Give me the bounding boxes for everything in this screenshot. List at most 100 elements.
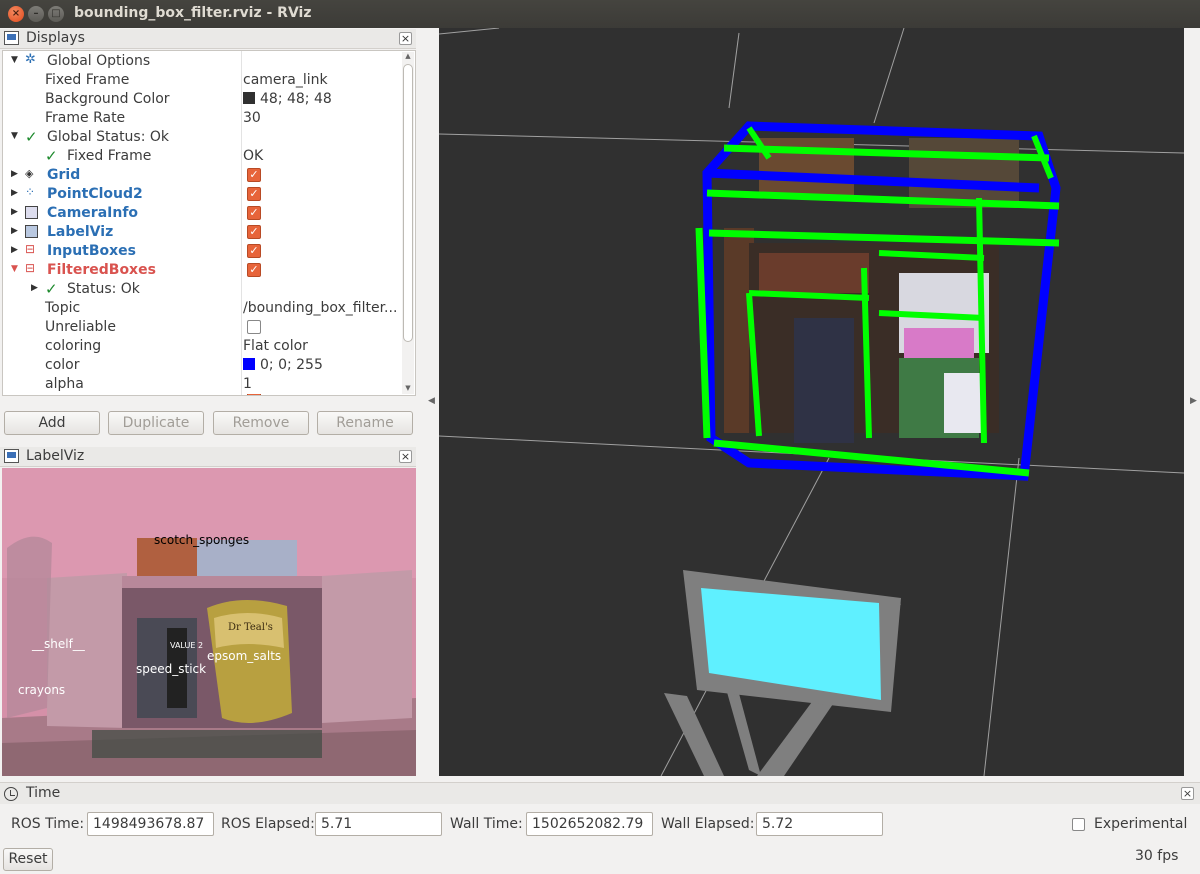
tree-row-pointcloud2[interactable]: ▶ ⁘ PointCloud2 ✓ <box>3 185 403 204</box>
scrollbar-thumb[interactable] <box>403 64 413 342</box>
collapse-arrow-icon[interactable]: ▶ <box>11 245 18 255</box>
stick-label: VALUE 2 <box>170 641 203 650</box>
close-labelviz-panel-button[interactable]: × <box>399 450 412 463</box>
background-color-text: 48; 48; 48 <box>260 91 332 107</box>
displays-scrollbar[interactable]: ▲ ▼ <box>402 52 414 394</box>
topic-value[interactable]: /bounding_box_filter... <box>243 300 397 316</box>
color-swatch <box>243 92 255 104</box>
add-button[interactable]: Add <box>4 411 100 435</box>
tree-row-camerainfo[interactable]: ▶ CameraInfo ✓ <box>3 204 403 223</box>
duplicate-button[interactable]: Duplicate <box>108 411 204 435</box>
tree-row-fixed-frame[interactable]: Fixed Frame camera_link <box>3 71 403 90</box>
remove-button[interactable]: Remove <box>213 411 309 435</box>
label-shelf: __shelf__ <box>31 637 86 651</box>
color-swatch <box>243 358 255 370</box>
scroll-up-arrow-icon[interactable]: ▲ <box>403 52 413 62</box>
tree-row-label: Grid <box>47 167 81 183</box>
label-crayons: crayons <box>18 683 65 697</box>
render-3d-view[interactable] <box>439 28 1184 776</box>
collapse-arrow-icon[interactable]: ▶ <box>11 207 18 217</box>
wall-elapsed-field[interactable]: 5.72 <box>756 812 883 836</box>
tree-row-label: alpha <box>45 376 84 392</box>
tree-row-global-status[interactable]: ▼ ✓ Global Status: Ok <box>3 128 403 147</box>
tree-row-label: Global Status: Ok <box>47 129 170 145</box>
inputboxes-enabled-checkbox[interactable]: ✓ <box>247 244 261 258</box>
fixed-frame-value[interactable]: camera_link <box>243 72 328 88</box>
tree-row-label: coloring <box>45 338 102 354</box>
tree-row-coloring[interactable]: coloring Flat color <box>3 337 403 356</box>
labelviz-image: VALUE 2 Dr Teal's scotch_sponges __shelf… <box>2 468 416 776</box>
tree-row-status-fixed-frame[interactable]: ✓ Fixed Frame OK <box>3 147 403 166</box>
reset-button[interactable]: Reset <box>3 848 53 871</box>
tree-row-label: Fixed Frame <box>45 72 130 88</box>
scroll-down-arrow-icon[interactable]: ▼ <box>403 384 413 394</box>
tree-row-alpha[interactable]: alpha 1 <box>3 375 403 394</box>
collapse-arrow-icon[interactable]: ▶ <box>31 283 38 293</box>
expand-arrow-icon[interactable]: ▼ <box>11 264 18 274</box>
pointcloud2-enabled-checkbox[interactable]: ✓ <box>247 187 261 201</box>
grid-enabled-checkbox[interactable]: ✓ <box>247 168 261 182</box>
checkmark-icon: ✓ <box>45 280 58 298</box>
rename-button[interactable]: Rename <box>317 411 413 435</box>
tree-row-label: PointCloud2 <box>47 186 143 202</box>
background-color-value[interactable]: 48; 48; 48 <box>243 91 332 107</box>
tree-row-partial <box>3 394 403 395</box>
ros-time-field[interactable]: 1498493678.87 <box>87 812 214 836</box>
tree-row-color[interactable]: color 0; 0; 255 <box>3 356 403 375</box>
wall-elapsed-label: Wall Elapsed: <box>661 816 755 832</box>
tree-row-frame-rate[interactable]: Frame Rate 30 <box>3 109 403 128</box>
window-title: bounding_box_filter.rviz - RViz <box>74 5 312 21</box>
experimental-checkbox[interactable] <box>1072 818 1085 831</box>
camera-icon <box>25 206 38 219</box>
collapse-arrow-icon[interactable]: ▶ <box>11 226 18 236</box>
tree-row-filteredboxes[interactable]: ▼ ⊟ FilteredBoxes ✓ <box>3 261 403 280</box>
tree-row-background-color[interactable]: Background Color 48; 48; 48 <box>3 90 403 109</box>
wall-time-field[interactable]: 1502652082.79 <box>526 812 653 836</box>
tree-row-label: color <box>45 357 80 373</box>
camerainfo-enabled-checkbox[interactable]: ✓ <box>247 206 261 220</box>
status-value: OK <box>243 148 264 164</box>
tree-row-topic[interactable]: Topic /bounding_box_filter... <box>3 299 403 318</box>
checkmark-icon: ✓ <box>45 147 58 165</box>
frame-rate-value[interactable]: 30 <box>243 110 261 126</box>
ros-elapsed-field[interactable]: 5.71 <box>315 812 442 836</box>
color-value[interactable]: 0; 0; 255 <box>243 357 323 373</box>
tree-row-label: FilteredBoxes <box>47 262 156 278</box>
tree-row-label: Frame Rate <box>45 110 126 126</box>
gear-icon: ✲ <box>25 52 36 67</box>
expand-arrow-icon[interactable]: ▼ <box>11 55 18 65</box>
time-panel-title: Time <box>26 785 61 801</box>
expand-arrow-icon[interactable]: ▼ <box>11 131 18 141</box>
filteredboxes-enabled-checkbox[interactable]: ✓ <box>247 263 261 277</box>
collapse-arrow-icon[interactable]: ▶ <box>11 188 18 198</box>
collapse-left-arrow-icon[interactable]: ◀ <box>428 396 435 406</box>
maximize-window-button[interactable]: □ <box>48 6 64 22</box>
labelviz-scene: VALUE 2 Dr Teal's scotch_sponges __shelf… <box>2 468 416 776</box>
close-displays-panel-button[interactable]: × <box>399 32 412 45</box>
clock-icon <box>4 787 18 801</box>
tree-row-filteredboxes-status[interactable]: ▶ ✓ Status: Ok <box>3 280 403 299</box>
tree-row-global-options[interactable]: ▼ ✲ Global Options <box>3 52 403 71</box>
minimize-window-button[interactable]: – <box>28 6 44 22</box>
displays-panel-header: Displays × <box>0 29 416 49</box>
tree-row-unreliable[interactable]: Unreliable <box>3 318 403 337</box>
tree-row-label: Unreliable <box>45 319 116 335</box>
bounding-box-icon: ⊟ <box>25 242 36 256</box>
displays-tree[interactable]: ▼ ✲ Global Options Fixed Frame camera_li… <box>2 50 416 396</box>
labelviz-panel-title: LabelViz <box>26 448 85 464</box>
tree-row-grid[interactable]: ▶ ◈ Grid ✓ <box>3 166 403 185</box>
alpha-value[interactable]: 1 <box>243 376 252 392</box>
collapse-right-arrow-icon[interactable]: ▶ <box>1190 396 1197 406</box>
image-icon <box>25 225 38 238</box>
collapse-arrow-icon[interactable]: ▶ <box>11 169 18 179</box>
unreliable-checkbox[interactable] <box>247 320 261 334</box>
close-window-button[interactable]: × <box>8 6 24 22</box>
bounding-box-icon: ⊟ <box>25 261 36 275</box>
tree-row-inputboxes[interactable]: ▶ ⊟ InputBoxes ✓ <box>3 242 403 261</box>
tree-row-labelviz[interactable]: ▶ LabelViz ✓ <box>3 223 403 242</box>
experimental-label: Experimental <box>1094 816 1188 832</box>
label-speed-stick: speed_stick <box>136 662 206 676</box>
close-time-panel-button[interactable]: × <box>1181 787 1194 800</box>
labelviz-enabled-checkbox[interactable]: ✓ <box>247 225 261 239</box>
coloring-value[interactable]: Flat color <box>243 338 308 354</box>
